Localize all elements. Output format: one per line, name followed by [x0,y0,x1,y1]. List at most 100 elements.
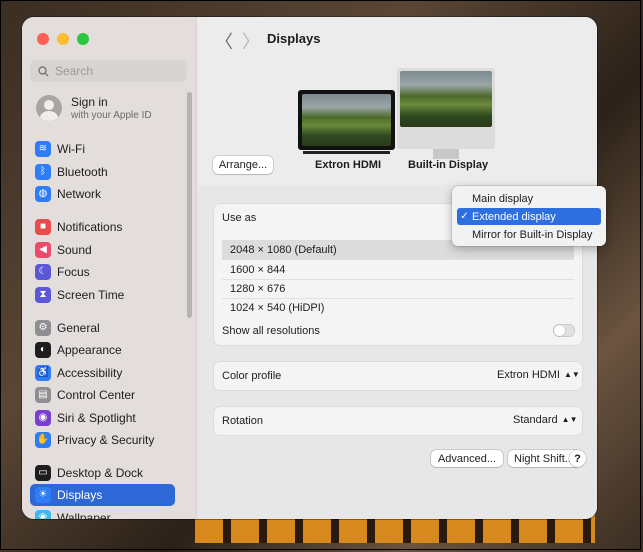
siri-icon: ◉ [35,410,51,426]
wallpaper-icon: ❀ [35,510,51,519]
sidebar-item-bluetooth[interactable]: ᛒ Bluetooth [30,161,175,183]
color-profile-card: Color profile Extron HDMI ▲▼ [213,361,583,391]
sidebar-item-label: Screen Time [57,288,125,302]
rotation-label: Rotation [222,415,263,427]
gear-icon: ⚙ [35,320,51,336]
resolution-option[interactable]: 1600 × 844 [222,260,574,279]
sidebar-item-wallpaper[interactable]: ❀ Wallpaper [30,507,175,519]
rotation-value: Standard [513,414,558,426]
rotation-card: Rotation Standard ▲▼ [213,406,583,436]
signin-title: Sign in [71,95,108,109]
sidebar-item-control-center[interactable]: ▤ Control Center [30,384,175,406]
dock-icon: ▭ [35,465,51,481]
use-as-label: Use as [222,212,257,224]
sidebar-item-notifications[interactable]: ■ Notifications [30,216,175,238]
globe-icon: ◍ [35,186,51,202]
chevron-updown-icon: ▲▼ [561,415,578,424]
minimize-window-button[interactable] [57,33,69,45]
zoom-window-button[interactable] [77,33,89,45]
sidebar-item-label: Focus [57,265,90,279]
sidebar-item-sound[interactable]: ◀ Sound [30,239,175,261]
accessibility-icon: ♿ [35,365,51,381]
appearance-icon: ◐ [35,342,51,358]
color-profile-value: Extron HDMI [497,369,560,381]
menu-item-extended-display[interactable]: ✓ Extended display [457,208,601,225]
sidebar-item-general[interactable]: ⚙ General [30,317,175,339]
tv-stand [303,151,390,154]
desktop-wallpaper-strip [195,515,595,543]
sidebar-item-privacy-security[interactable]: ✋ Privacy & Security [30,429,175,451]
sidebar-scrollbar[interactable] [187,92,192,318]
sidebar: Search Sign in with your Apple ID ≋ Wi-Fi… [22,17,197,519]
sidebar-item-label: Privacy & Security [57,433,155,447]
close-window-button[interactable] [37,33,49,45]
sidebar-item-label: Notifications [57,220,123,234]
search-placeholder: Search [55,64,94,78]
display-label-extron[interactable]: Extron HDMI [315,159,381,171]
sidebar-item-label: Desktop & Dock [57,466,144,480]
menu-item-label: Extended display [472,210,556,223]
sidebar-item-label: Accessibility [57,366,123,380]
sidebar-item-label: Network [57,187,102,201]
sidebar-item-focus[interactable]: ☾ Focus [30,261,175,283]
sidebar-item-desktop-dock[interactable]: ▭ Desktop & Dock [30,462,175,484]
resolution-option[interactable]: 1280 × 676 [222,279,574,298]
advanced-button[interactable]: Advanced... [431,450,503,467]
sidebar-item-label: Bluetooth [57,165,108,179]
sidebar-item-accessibility[interactable]: ♿ Accessibility [30,362,175,384]
wifi-icon: ≋ [35,141,51,157]
sidebar-item-displays[interactable]: ☀ Displays [30,484,175,506]
system-settings-window: Search Sign in with your Apple ID ≋ Wi-Fi… [22,17,597,519]
search-field[interactable]: Search [30,60,187,82]
moon-icon: ☾ [35,264,51,280]
control-center-icon: ▤ [35,387,51,403]
wallpaper-preview [302,94,391,146]
menu-item-mirror-display[interactable]: Mirror for Built-in Display [457,226,601,243]
use-as-menu: Main display ✓ Extended display Mirror fo… [452,186,606,246]
resolution-option[interactable]: 1024 × 540 (HiDPI) [222,298,574,317]
menu-item-label: Main display [472,192,534,205]
rotation-popup[interactable]: Standard ▲▼ [513,414,578,426]
extron-hdmi-display-thumbnail[interactable] [298,90,395,150]
sidebar-item-label: Appearance [57,343,122,357]
avatar-icon [36,95,62,121]
menu-item-main-display[interactable]: Main display [457,190,601,207]
hand-icon: ✋ [35,432,51,448]
forward-icon[interactable]: 〉 [242,28,260,54]
display-label-built-in[interactable]: Built-in Display [408,159,488,171]
sidebar-item-label: Control Center [57,388,136,402]
sidebar-item-label: Displays [57,488,103,502]
sidebar-item-label: Sound [57,243,92,257]
imac-stand [433,149,459,159]
hourglass-icon: ⧗ [35,287,51,303]
show-all-resolutions-label: Show all resolutions [222,325,320,337]
bluetooth-icon: ᛒ [35,164,51,180]
help-button[interactable]: ? [569,450,586,467]
checkmark-icon: ✓ [460,211,469,222]
sidebar-item-network[interactable]: ◍ Network [30,183,175,205]
bell-icon: ■ [35,219,51,235]
sidebar-item-siri-spotlight[interactable]: ◉ Siri & Spotlight [30,407,175,429]
window-controls [37,33,89,45]
apple-id-signin[interactable]: Sign in with your Apple ID [36,95,152,121]
sidebar-item-label: General [57,321,100,335]
sidebar-item-label: Siri & Spotlight [57,411,136,425]
back-icon[interactable]: 〈 [215,28,233,54]
arrange-button[interactable]: Arrange... [213,156,273,174]
sidebar-item-appearance[interactable]: ◐ Appearance [30,339,175,361]
show-all-resolutions-toggle[interactable] [553,324,575,337]
displays-pane: 〈 〉 Displays Arrange... Extron HDMI Buil… [197,17,597,519]
built-in-display-thumbnail[interactable] [397,68,495,149]
menu-item-label: Mirror for Built-in Display [472,228,593,241]
chevron-updown-icon: ▲▼ [563,370,580,379]
sidebar-item-label: Wallpaper [57,511,111,519]
wallpaper-preview [400,71,492,127]
search-icon [38,65,49,76]
page-title: Displays [267,31,321,46]
color-profile-label: Color profile [222,370,282,382]
color-profile-popup[interactable]: Extron HDMI ▲▼ [497,369,580,381]
sun-icon: ☀ [35,487,51,503]
sidebar-item-screen-time[interactable]: ⧗ Screen Time [30,284,175,306]
sidebar-item-wi-fi[interactable]: ≋ Wi-Fi [30,138,175,160]
speaker-icon: ◀ [35,242,51,258]
